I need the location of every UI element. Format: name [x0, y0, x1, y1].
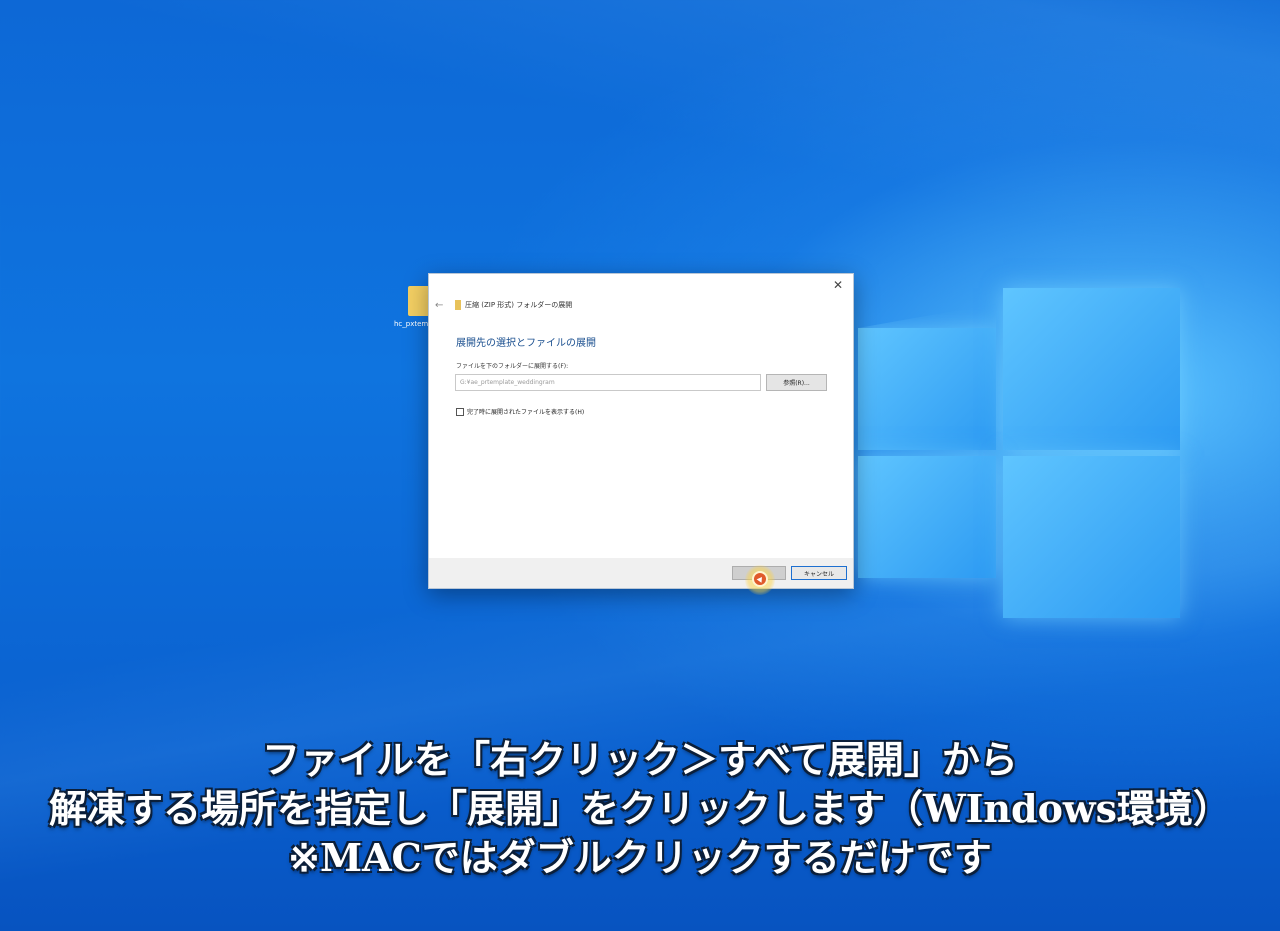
browse-button[interactable]: 参照(R)... — [766, 374, 827, 391]
zip-folder-icon — [455, 300, 461, 310]
show-files-option[interactable]: 完了時に展開されたファイルを表示する(H) — [456, 407, 584, 416]
windows-logo — [858, 288, 1180, 618]
close-icon[interactable]: ✕ — [831, 278, 845, 292]
logo-pane-bottom-left — [858, 456, 996, 578]
extract-dialog: ✕ ← 圧縮 (ZIP 形式) フォルダーの展開 展開先の選択とファイルの展開 … — [428, 273, 854, 589]
dialog-title: 圧縮 (ZIP 形式) フォルダーの展開 — [465, 301, 573, 309]
instruction-caption: ファイルを「右クリック＞すべて展開」から 解凍する場所を指定し「展開」をクリック… — [0, 735, 1280, 882]
logo-pane-top-right — [1003, 288, 1180, 450]
destination-path-input[interactable] — [455, 374, 761, 391]
dialog-heading: 展開先の選択とファイルの展開 — [456, 338, 596, 349]
dialog-footer: キャンセル — [429, 558, 853, 588]
show-files-label: 完了時に展開されたファイルを表示する(H) — [467, 409, 585, 416]
caption-line-1: ファイルを「右クリック＞すべて展開」から — [262, 737, 1018, 782]
logo-pane-bottom-right — [1003, 456, 1180, 618]
destination-label: ファイルを下のフォルダーに展開する(F): — [456, 363, 569, 370]
dialog-title-row: 圧縮 (ZIP 形式) フォルダーの展開 — [455, 300, 572, 310]
show-files-checkbox[interactable] — [456, 407, 464, 416]
caption-line-3: ※MACではダブルクリックするだけです — [288, 835, 992, 880]
back-arrow-icon[interactable]: ← — [435, 300, 443, 311]
caption-line-2: 解凍する場所を指定し「展開」をクリックします（WIndows環境） — [48, 786, 1232, 831]
cancel-button[interactable]: キャンセル — [791, 566, 847, 580]
logo-pane-top-left — [858, 328, 996, 450]
